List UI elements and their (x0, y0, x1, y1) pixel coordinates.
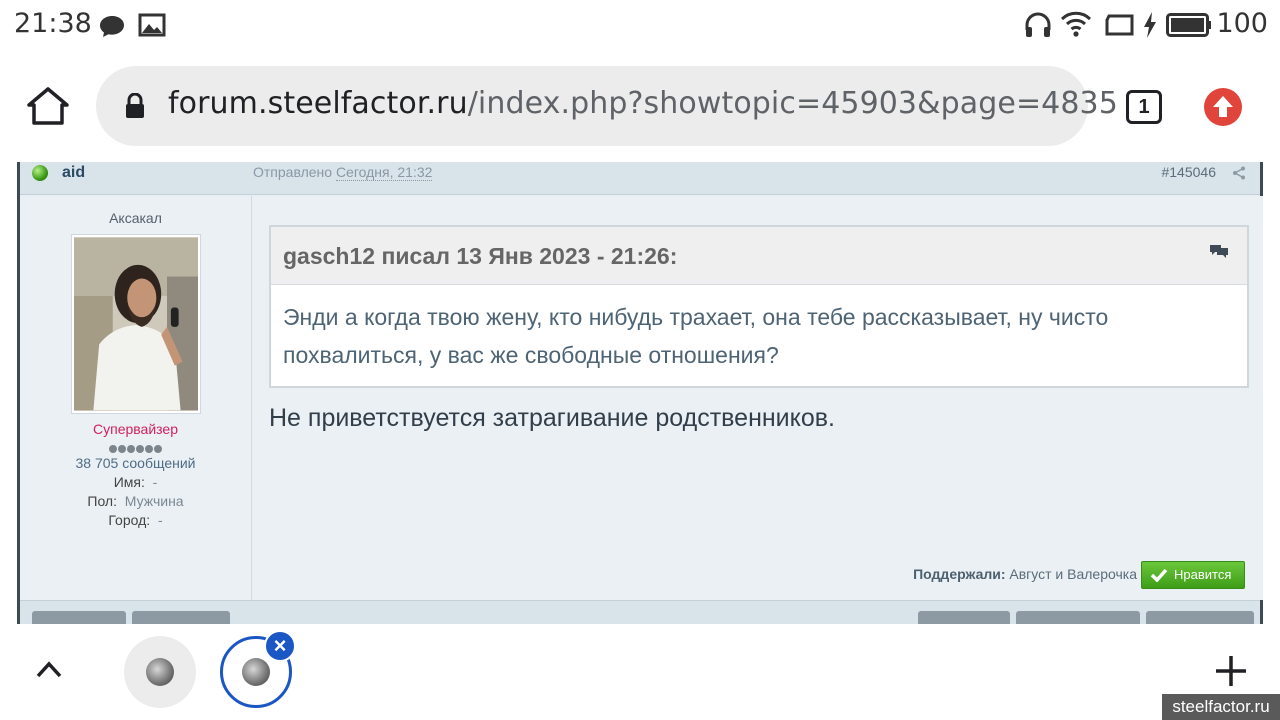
city-value: - (157, 512, 163, 528)
chevron-up-icon[interactable] (36, 660, 62, 678)
forum-post: aid Отправлено Сегодня, 21:32 #145046 Ак… (17, 162, 1263, 624)
rank-pip (145, 445, 153, 453)
user-field-name: Имя: - (20, 474, 251, 490)
tab-thumbnail[interactable] (124, 636, 196, 708)
supported-users[interactable]: Август и Валерочка (1009, 566, 1137, 582)
address-bar[interactable]: forum.steelfactor.ru/index.php?showtopic… (96, 66, 1118, 146)
posted-label: Отправлено (253, 164, 333, 180)
quote-text: Энди а когда твою жену, кто нибудь траха… (283, 304, 1109, 368)
image-icon (138, 13, 166, 37)
name-label: Имя: (113, 474, 145, 490)
rank-pip (118, 445, 126, 453)
post-date: Отправлено Сегодня, 21:32 (253, 164, 433, 181)
quote-citation: gasch12 писал 13 Янв 2023 - 21:26: (283, 243, 678, 269)
site-favicon-icon (146, 658, 174, 686)
online-status-icon (32, 165, 48, 181)
footer-button[interactable] (1016, 611, 1140, 624)
battery-level: 100 (1216, 8, 1268, 39)
url-host: forum.steelfactor.ru (168, 86, 468, 121)
update-button[interactable] (1204, 88, 1242, 126)
post-number-link[interactable]: #145046 (1161, 164, 1216, 180)
footer-button[interactable] (1146, 611, 1254, 624)
quote-bubbles-icon[interactable] (1209, 243, 1229, 259)
posted-date: Сегодня, 21:32 (335, 164, 433, 181)
like-button[interactable]: Нравится (1141, 561, 1245, 589)
url-text[interactable]: forum.steelfactor.ru/index.php?showtopic… (168, 86, 1118, 121)
post-author[interactable]: aid (62, 164, 85, 182)
close-tab-icon[interactable]: × (264, 630, 296, 662)
status-time: 21:38 (14, 8, 92, 39)
user-rank-title: Аксакал (109, 210, 162, 226)
like-label: Нравится (1174, 567, 1232, 582)
browser-toolbar: forum.steelfactor.ru/index.php?showtopic… (0, 50, 1280, 162)
post-footer (20, 600, 1260, 624)
browser-bottom-bar: × steelfactor.ru (0, 624, 1280, 720)
user-field-gender: Пол: Мужчина (20, 493, 251, 509)
battery-icon (1166, 13, 1211, 37)
rank-pip (154, 445, 162, 453)
wifi-icon (1060, 11, 1092, 37)
rank-pip (127, 445, 135, 453)
url-path: /index.php?showtopic=45903&page=4835 (467, 86, 1118, 121)
user-avatar[interactable] (71, 235, 200, 413)
tab-switcher-button[interactable]: 1 (1126, 90, 1162, 124)
site-favicon-icon (242, 658, 270, 686)
watermark: steelfactor.ru (1162, 694, 1280, 720)
lock-icon (126, 93, 144, 118)
screen-cast-icon (1105, 14, 1134, 36)
new-tab-plus-icon[interactable] (1214, 654, 1248, 688)
user-field-city: Город: - (20, 512, 251, 528)
charging-bolt-icon (1144, 12, 1156, 38)
footer-button[interactable] (918, 611, 1010, 624)
post-body: gasch12 писал 13 Янв 2023 - 21:26: Энди … (253, 196, 1263, 600)
web-content: aid Отправлено Сегодня, 21:32 #145046 Ак… (0, 162, 1280, 624)
home-icon[interactable] (26, 86, 70, 126)
gender-value: Мужчина (124, 493, 184, 509)
footer-button[interactable] (32, 611, 126, 624)
supported-by: Поддержали: Август и Валерочка (913, 566, 1137, 582)
user-message-count: 38 705 сообщений (75, 455, 196, 471)
user-group: Супервайзер (93, 421, 178, 437)
footer-button[interactable] (132, 611, 230, 624)
upload-arrow-icon (1213, 96, 1233, 117)
gender-label: Пол: (87, 493, 117, 509)
user-info-panel: Аксакал Супервайзер 38 705 сообщений Имя… (20, 196, 252, 600)
share-icon[interactable] (1232, 166, 1246, 180)
rank-pip (109, 445, 117, 453)
chat-bubble-icon (100, 16, 124, 37)
name-value: - (152, 474, 158, 490)
city-label: Город: (108, 512, 151, 528)
status-bar: 21:38 100 (0, 0, 1280, 50)
user-rank-pips (20, 440, 251, 453)
quote-header: gasch12 писал 13 Янв 2023 - 21:26: (271, 227, 1247, 285)
checkmark-icon (1150, 568, 1168, 582)
post-text: Не приветствуется затрагивание родственн… (269, 404, 835, 432)
headphones-icon (1025, 12, 1051, 37)
post-header: aid Отправлено Сегодня, 21:32 #145046 (20, 162, 1260, 195)
rank-pip (136, 445, 144, 453)
quote-block: gasch12 писал 13 Янв 2023 - 21:26: Энди … (269, 225, 1249, 388)
supported-label: Поддержали: (913, 566, 1006, 582)
